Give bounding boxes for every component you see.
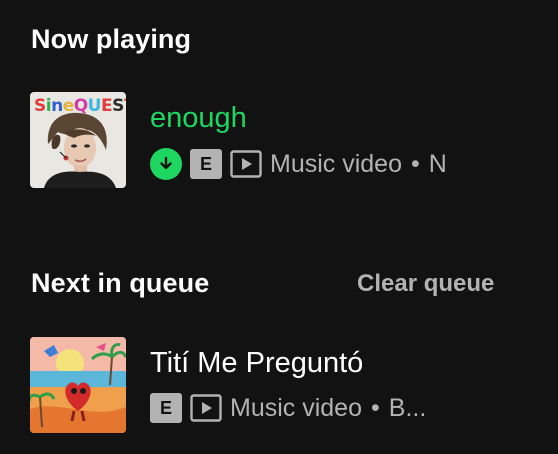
music-video-icon	[190, 393, 222, 423]
track-title[interactable]: enough	[150, 102, 247, 135]
track-artist: N	[428, 149, 447, 178]
svg-text:SineQUEST: SineQUEST	[34, 96, 126, 116]
now-playing-track[interactable]: SineQUEST enough E	[0, 88, 558, 188]
now-playing-heading: Now playing	[31, 24, 192, 54]
track-meta: E Music video • N	[150, 148, 456, 180]
music-video-icon	[230, 149, 262, 179]
track-type: Music video	[270, 149, 402, 178]
track-artist: B...	[388, 393, 427, 422]
separator-dot: •	[411, 149, 420, 178]
download-check-icon	[150, 148, 182, 180]
track-title[interactable]: Tití Me Preguntó	[150, 347, 363, 380]
track-meta: E Music video • B...	[150, 392, 450, 424]
clear-queue-button[interactable]: Clear queue	[357, 270, 494, 298]
album-art-titi	[30, 337, 126, 433]
track-type: Music video	[230, 393, 362, 422]
explicit-badge-icon: E	[190, 149, 222, 179]
queue-track[interactable]: Tití Me Preguntó E Music video • B...	[0, 333, 558, 433]
next-in-queue-heading: Next in queue	[31, 268, 210, 298]
separator-dot: •	[371, 393, 380, 422]
explicit-badge-icon: E	[150, 393, 182, 423]
album-art-enough: SineQUEST	[30, 92, 126, 188]
